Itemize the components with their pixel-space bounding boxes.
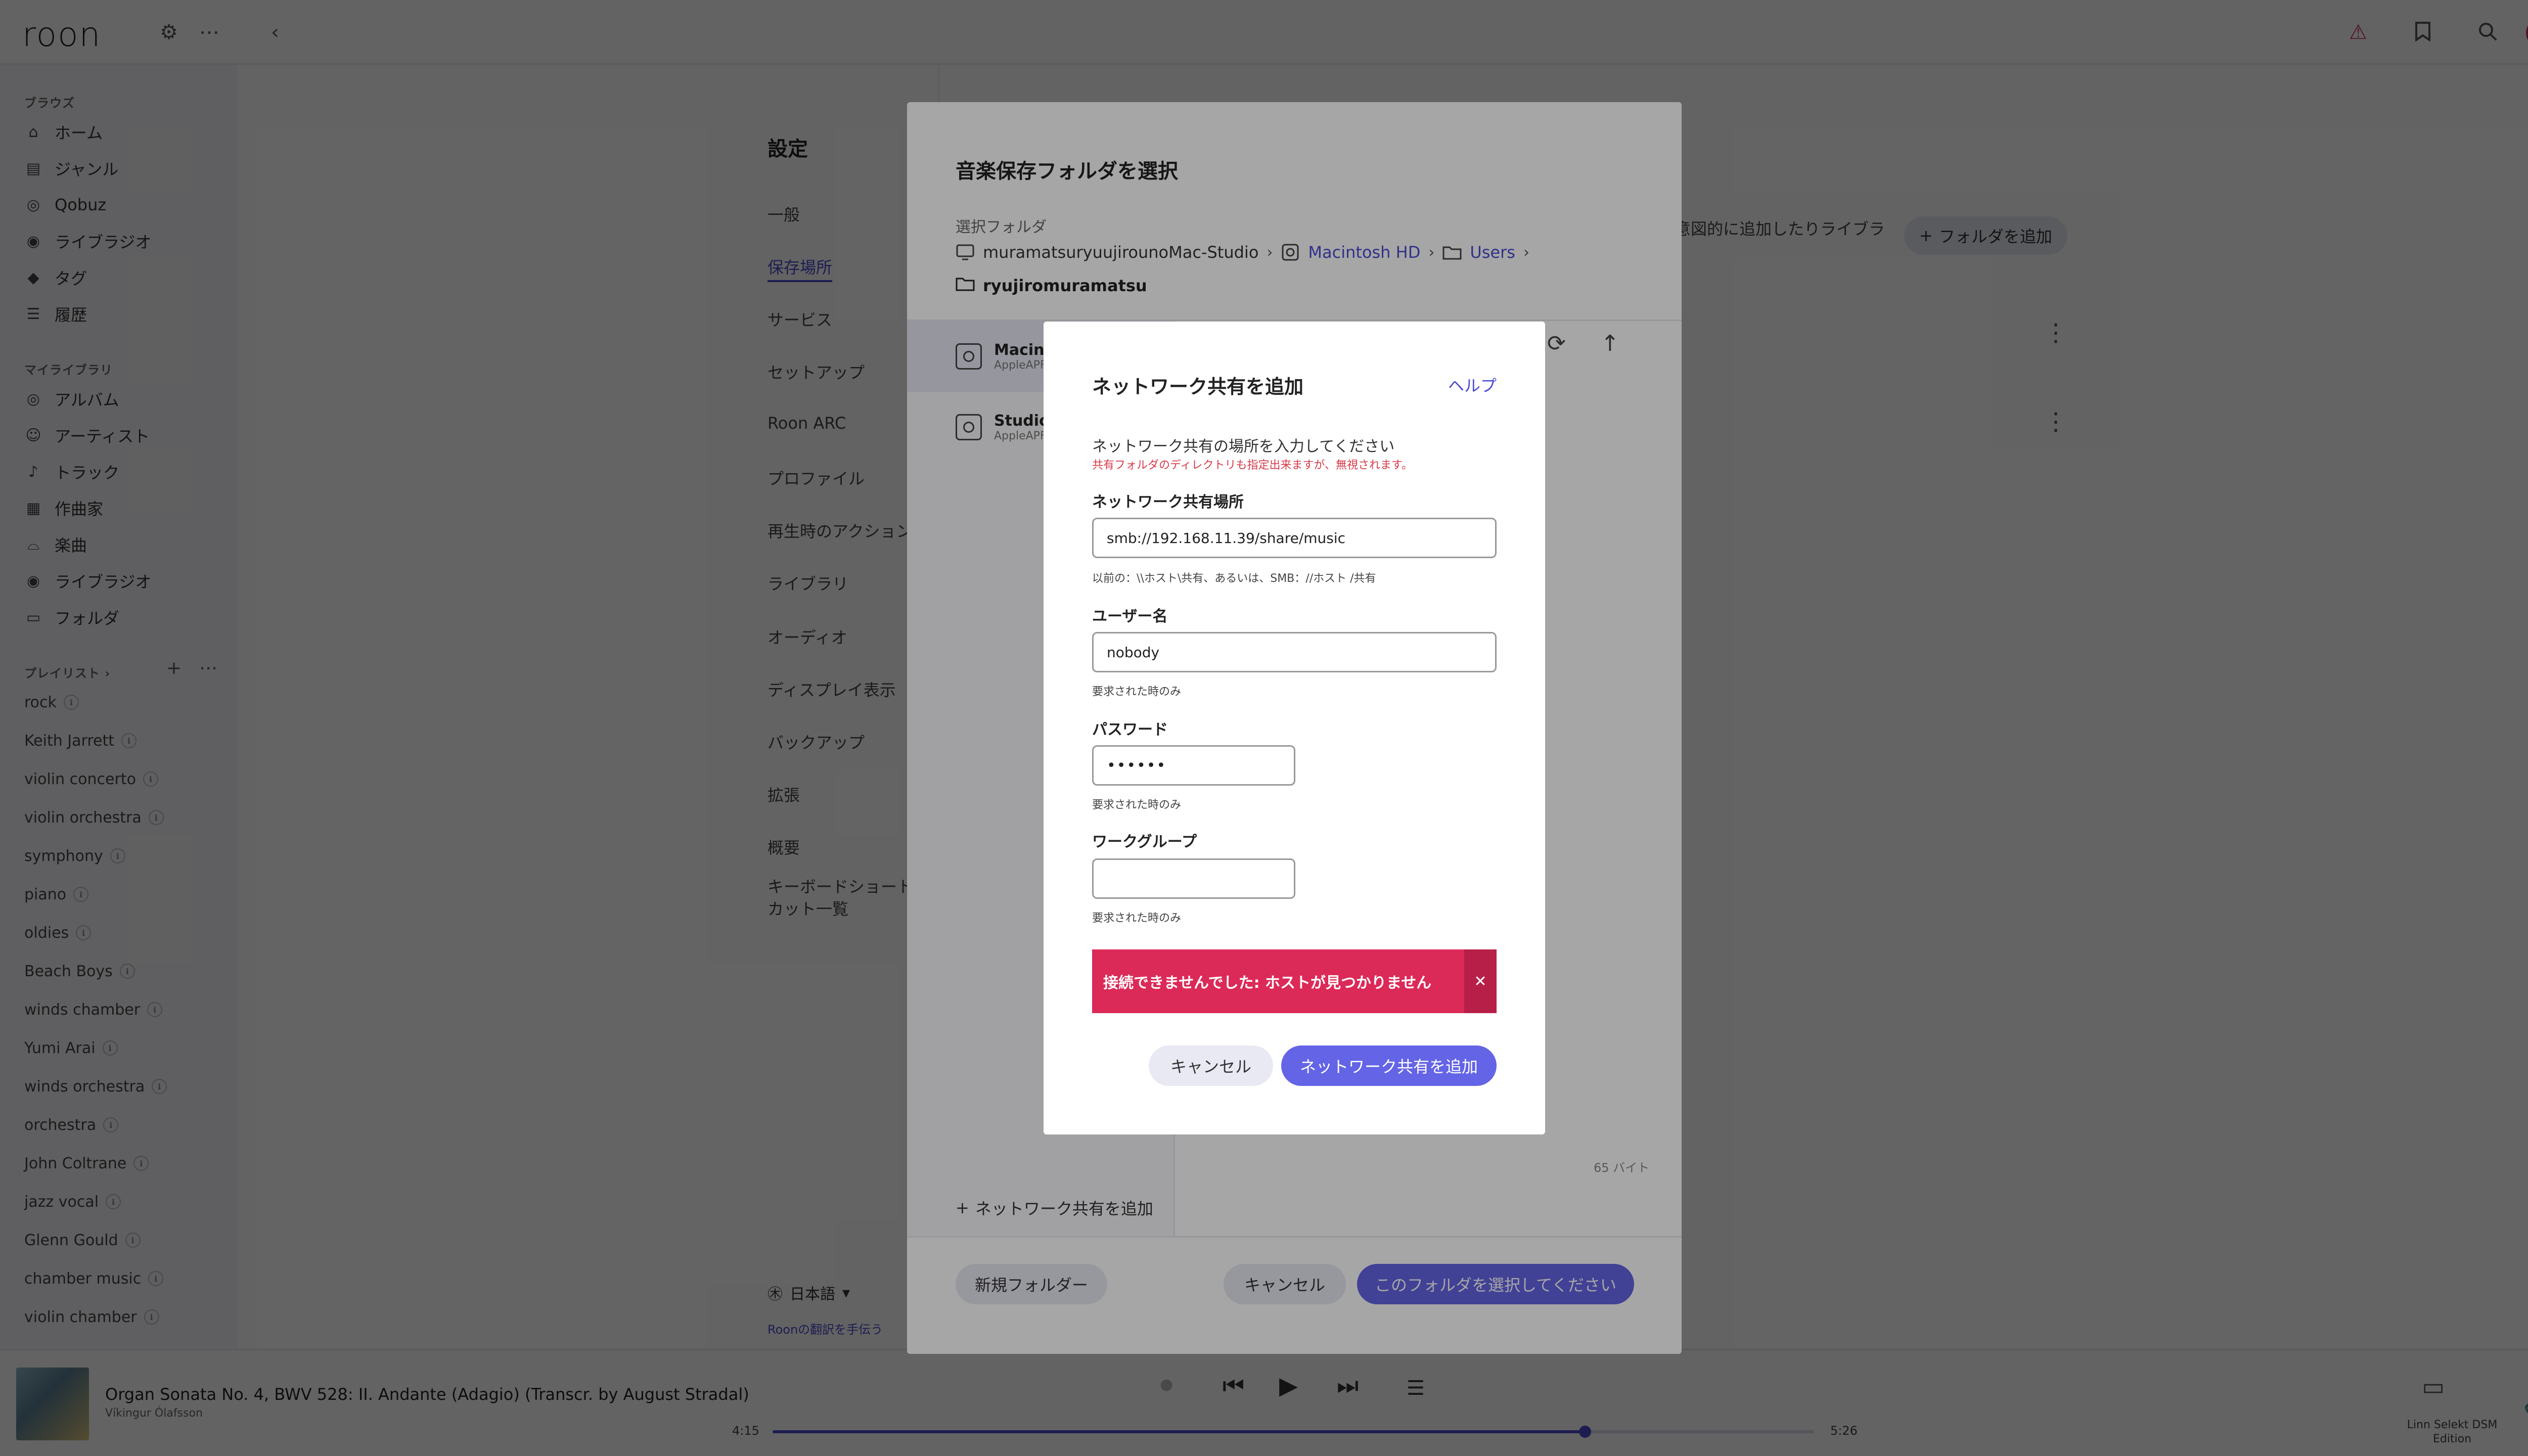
workgroup-input[interactable] (1092, 858, 1295, 899)
username-input[interactable]: nobody (1092, 632, 1497, 672)
password-label: パスワード (1092, 721, 1168, 739)
error-message: 接続できませんでした: ホストが見つかりません (1103, 974, 1432, 992)
location-hint: 以前の：\\ホスト\共有、あるいは、SMB：//ホスト /共有 (1092, 572, 1376, 585)
network-dialog-title: ネットワーク共有を追加 (1092, 376, 1304, 398)
error-banner: 接続できませんでした: ホストが見つかりません ✕ (1092, 949, 1497, 1013)
help-link[interactable]: ヘルプ (1448, 373, 1497, 396)
share-location-input[interactable]: smb://192.168.11.39/share/music (1092, 518, 1497, 558)
network-cancel-button[interactable]: キャンセル (1149, 1045, 1273, 1086)
password-hint: 要求された時のみ (1092, 799, 1182, 811)
network-intro-text: ネットワーク共有の場所を入力してください (1092, 438, 1395, 456)
close-icon[interactable]: ✕ (1464, 949, 1497, 1013)
username-label: ユーザー名 (1092, 608, 1168, 625)
network-warning-text: 共有フォルダのディレクトリも指定出来ますが、無視されます。 (1092, 459, 1413, 472)
workgroup-hint: 要求された時のみ (1092, 912, 1182, 925)
username-hint: 要求された時のみ (1092, 686, 1182, 698)
password-input[interactable]: •••••• (1092, 745, 1295, 786)
add-network-share-button[interactable]: ネットワーク共有を追加 (1281, 1045, 1497, 1086)
network-share-dialog: ネットワーク共有を追加 ヘルプ ネットワーク共有の場所を入力してください 共有フ… (1044, 322, 1545, 1134)
workgroup-label: ワークグループ (1092, 833, 1197, 851)
location-label: ネットワーク共有場所 (1092, 493, 1244, 511)
